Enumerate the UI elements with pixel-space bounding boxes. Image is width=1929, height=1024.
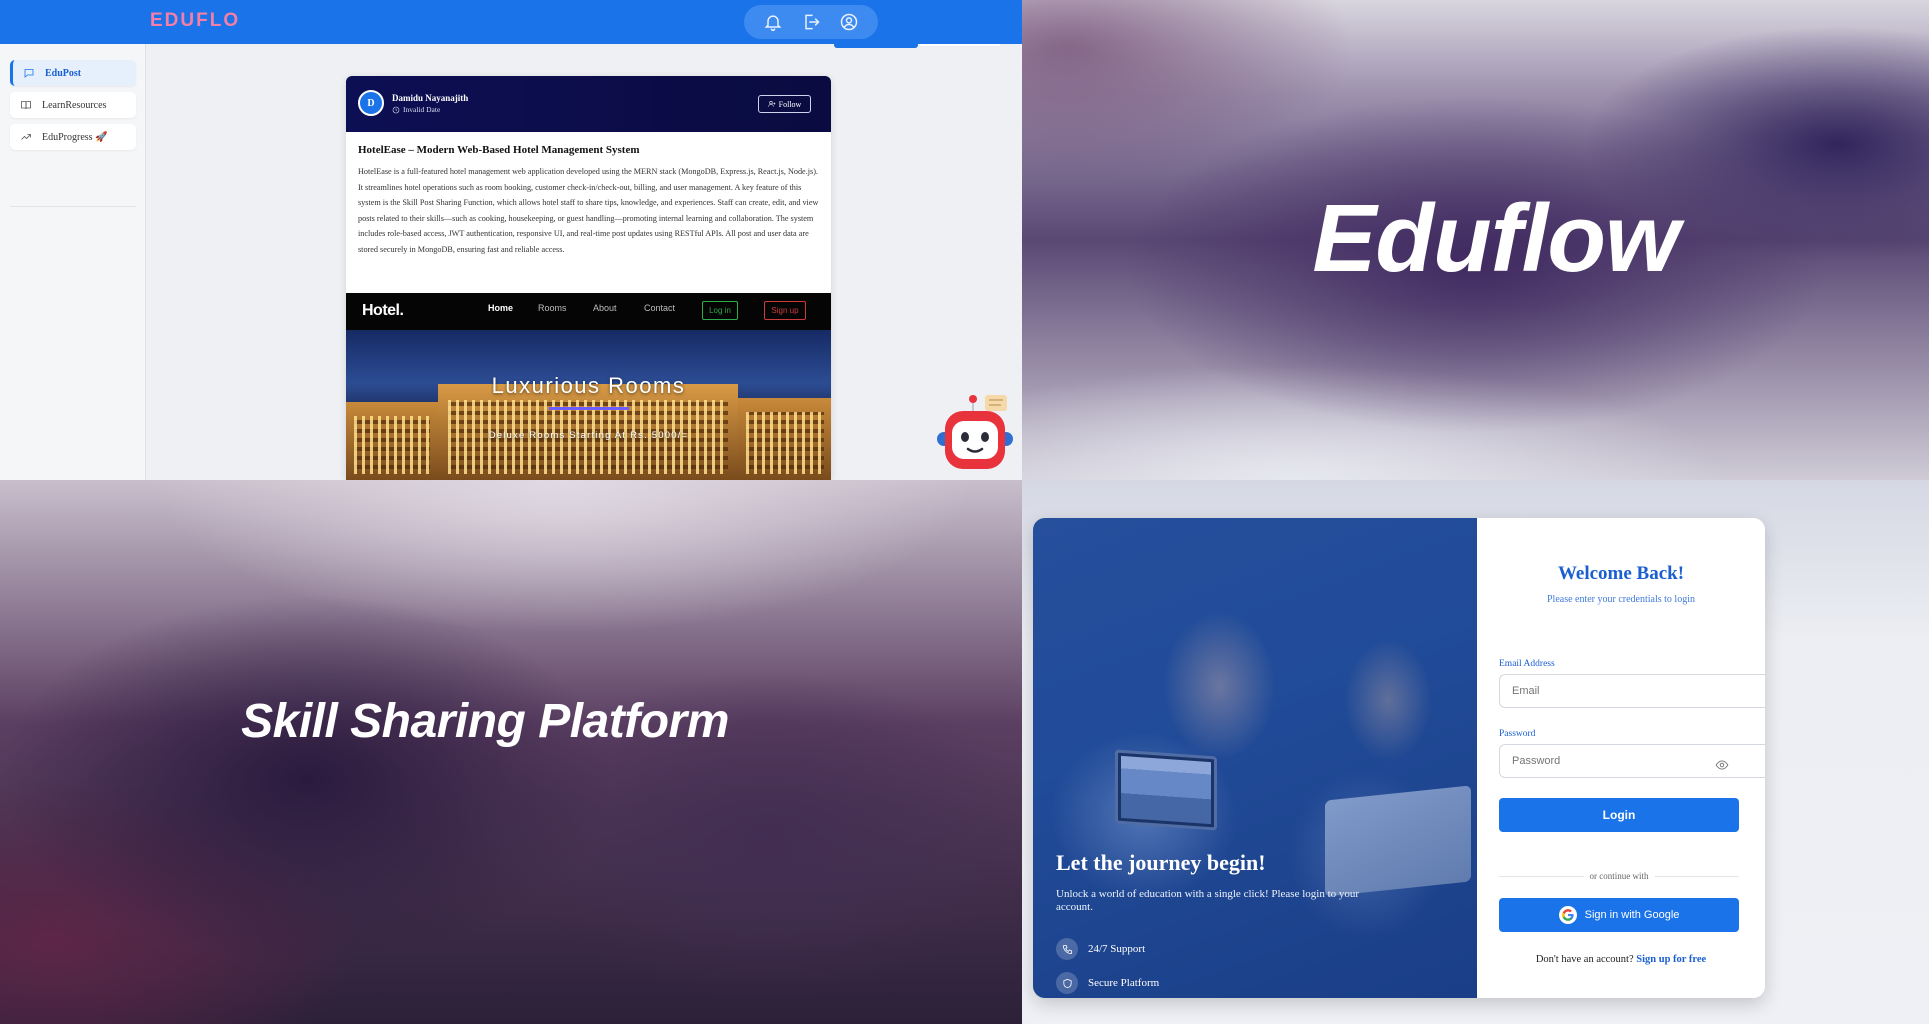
app-logo[interactable]: EDUFLO xyxy=(150,10,240,32)
brand-panel: Eduflow xyxy=(1022,0,1929,480)
signup-link[interactable]: Sign up for free xyxy=(1636,954,1706,965)
post-body: HotelEase is a full-featured hotel manag… xyxy=(358,167,819,254)
sidebar: EduPost LearnResources EduProgress 🚀 xyxy=(0,44,146,480)
sidebar-item-label: LearnResources xyxy=(42,99,107,111)
email-field[interactable] xyxy=(1499,674,1765,708)
active-tab-indicator xyxy=(834,44,918,48)
clock-icon xyxy=(392,106,400,113)
sidebar-item-eduprogress[interactable]: EduProgress 🚀 xyxy=(10,124,136,150)
feature-label: 24/7 Support xyxy=(1088,943,1146,955)
hotel-image-logo: Hotel. xyxy=(362,302,404,319)
hotel-windows-left xyxy=(354,416,430,474)
signup-prompt: Don't have an account? Sign up for free xyxy=(1477,954,1765,965)
post-author[interactable]: Damidu Nayanajith xyxy=(392,93,468,103)
bell-icon[interactable] xyxy=(762,11,784,33)
sidebar-divider xyxy=(10,206,136,207)
hotel-tagline: Deluxe Rooms Starting At Rs. 5000/= xyxy=(488,430,689,441)
hero-subtitle: Unlock a world of education with a singl… xyxy=(1056,888,1360,913)
welcome-subtitle: Please enter your credentials to login xyxy=(1546,594,1695,605)
feature-support: 24/7 Support xyxy=(1056,938,1145,960)
password-label: Password xyxy=(1499,729,1536,739)
divider: or continue with xyxy=(1499,870,1739,882)
shield-icon xyxy=(1056,972,1078,994)
topbar-icon-group xyxy=(744,5,878,39)
user-circle-icon[interactable] xyxy=(838,11,860,33)
tab-underline xyxy=(920,44,1000,46)
no-account-text: Don't have an account? xyxy=(1535,954,1634,965)
post-image[interactable]: Hotel. Home Rooms About Contact Log in S… xyxy=(346,293,831,480)
post-card: D Damidu Nayanajith Invalid Date Follow … xyxy=(346,76,831,480)
phone-icon xyxy=(1056,938,1078,960)
eye-icon[interactable] xyxy=(1715,758,1731,774)
app-screenshot-panel: EDUFLO EduPost LearnResources EduProgres… xyxy=(0,0,1022,480)
hotel-headline-underline xyxy=(549,407,629,410)
hero-title: Let the journey begin! xyxy=(1056,850,1266,875)
trending-up-icon xyxy=(21,134,31,140)
logout-icon[interactable] xyxy=(800,11,822,33)
feature-label: Secure Platform xyxy=(1088,977,1160,989)
sidebar-item-edupost[interactable]: EduPost xyxy=(10,60,136,86)
message-square-icon xyxy=(24,69,34,78)
sidebar-item-label: EduProgress 🚀 xyxy=(42,131,108,143)
robot-assistant-icon[interactable] xyxy=(935,395,1015,475)
post-date-text: Invalid Date xyxy=(403,105,441,114)
book-open-icon xyxy=(21,101,31,110)
email-label: Email Address xyxy=(1499,659,1555,669)
hotel-headline: Luxurious Rooms xyxy=(491,373,686,398)
follow-label: Follow xyxy=(778,99,802,109)
hotel-windows-right xyxy=(746,412,824,474)
brand-title: Eduflow xyxy=(1312,185,1679,292)
hotel-image-nav-contact: Contact xyxy=(644,303,676,313)
login-form: Welcome Back! Please enter your credenti… xyxy=(1477,518,1765,998)
google-button-label: Sign in with Google xyxy=(1584,909,1680,921)
login-button[interactable]: Login xyxy=(1499,798,1739,832)
hotel-image-nav-home: Home xyxy=(488,303,514,313)
post-header: D Damidu Nayanajith Invalid Date Follow xyxy=(346,76,831,132)
user-plus-icon xyxy=(768,101,775,107)
hero-photo-overlay xyxy=(1033,518,1477,998)
hotel-image-signup: Sign up xyxy=(764,301,806,320)
hotel-image-login: Log in xyxy=(702,301,738,320)
sidebar-item-learnresources[interactable]: LearnResources xyxy=(10,92,136,118)
hotel-image-nav-about: About xyxy=(593,303,617,313)
tagline-panel: Skill Sharing Platform xyxy=(0,480,1022,1024)
login-card: Let the journey begin! Unlock a world of… xyxy=(1033,518,1765,998)
top-navbar: EDUFLO xyxy=(0,0,1022,44)
login-panel: Let the journey begin! Unlock a world of… xyxy=(1022,480,1929,1024)
post-title: HotelEase – Modern Web-Based Hotel Manag… xyxy=(358,144,640,156)
feature-secure: Secure Platform xyxy=(1056,972,1159,994)
hero-photo: Let the journey begin! Unlock a world of… xyxy=(1033,518,1477,998)
divider-text: or continue with xyxy=(1589,871,1649,881)
hotel-image-nav-rooms: Rooms xyxy=(538,303,567,313)
google-signin-button[interactable]: Sign in with Google xyxy=(1499,898,1739,932)
google-icon xyxy=(1558,906,1577,924)
sidebar-item-label: EduPost xyxy=(45,67,82,79)
platform-tagline: Skill Sharing Platform xyxy=(241,695,729,748)
avatar[interactable]: D xyxy=(358,90,384,116)
follow-button[interactable]: Follow xyxy=(758,95,811,113)
welcome-heading: Welcome Back! xyxy=(1557,563,1685,584)
hotel-image-navbar: Hotel. Home Rooms About Contact Log in S… xyxy=(346,293,831,330)
post-date: Invalid Date xyxy=(392,105,440,114)
hotel-photo: Luxurious Rooms Deluxe Rooms Starting At… xyxy=(346,330,831,480)
